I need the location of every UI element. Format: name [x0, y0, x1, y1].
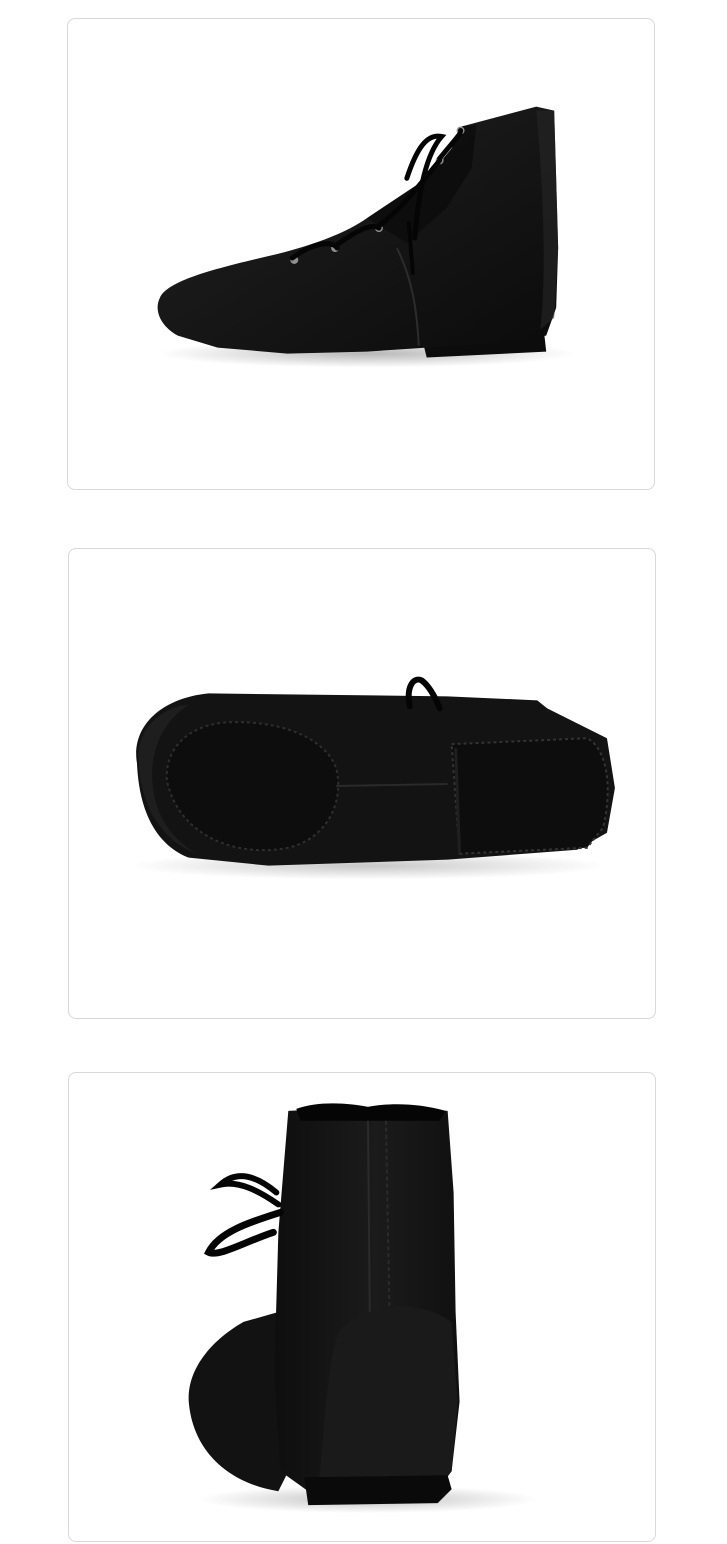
product-photo-sole-view	[68, 548, 656, 1019]
product-photo-back-view	[68, 1072, 656, 1542]
lace-loop	[210, 1173, 282, 1208]
lace-loop	[203, 1208, 284, 1257]
shoe-sole-image	[128, 676, 615, 880]
heel-counter	[318, 1306, 458, 1492]
shoe-side-image	[157, 106, 577, 368]
collar-opening	[296, 1103, 446, 1121]
product-photo-side-view	[67, 18, 655, 490]
heel-sole-pad	[450, 737, 609, 855]
shoe-back-image	[188, 1103, 538, 1514]
heel-sole	[304, 1475, 452, 1506]
